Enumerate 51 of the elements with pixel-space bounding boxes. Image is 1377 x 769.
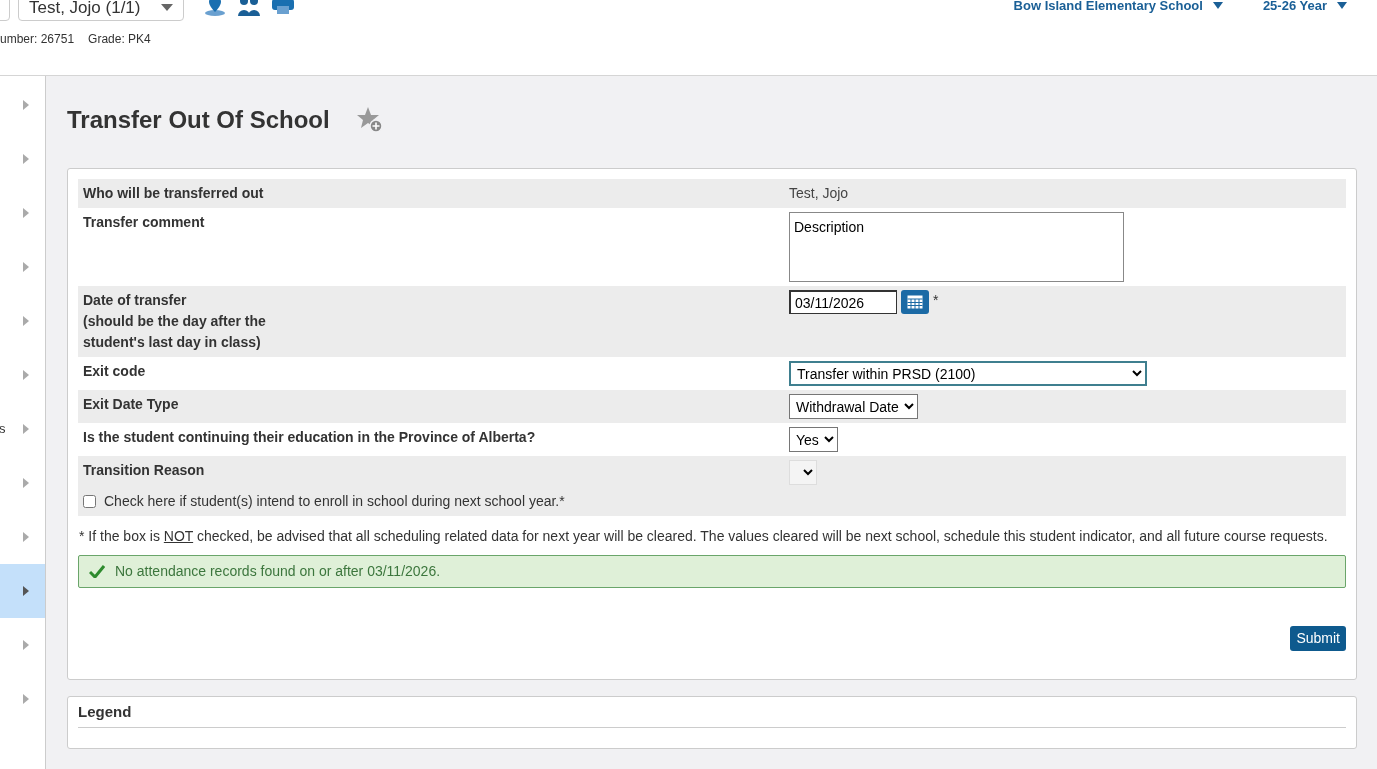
- field-label: Is the student continuing their education in the Province of Alberta?: [83, 428, 537, 447]
- calendar-icon: [907, 295, 923, 309]
- dropdown[interactable]: Transfer within PRSD (2100): [789, 361, 1147, 386]
- checkmark-icon: [89, 565, 105, 578]
- checkbox[interactable]: [83, 495, 96, 508]
- required-mark: *: [933, 291, 939, 310]
- caret-icon: [1337, 2, 1347, 10]
- field-label: Exit Date Type: [83, 395, 180, 414]
- year-selector[interactable]: 25-26 Year: [1262, 0, 1347, 16]
- field-label: Who will be transferred out: [83, 184, 265, 203]
- expand-arrow-icon: [23, 478, 29, 488]
- favorite-add-icon[interactable]: [355, 106, 384, 134]
- student-selector[interactable]: Test, Jojo (1/1): [18, 0, 184, 21]
- grade-text: Grade: PK4: [88, 31, 151, 48]
- checkbox-text: Check here if student(s) intend to enroll in school during next school year.*: [104, 492, 565, 511]
- expand-arrow-icon: [23, 208, 29, 218]
- legend-title: Legend: [78, 701, 1346, 728]
- people-icon[interactable]: [238, 0, 260, 16]
- caret-icon: [161, 3, 173, 12]
- field-label: Exit code: [83, 362, 147, 381]
- expand-arrow-icon: [23, 262, 29, 272]
- expand-arrow-icon: [23, 586, 29, 596]
- page-title: Transfer Out Of School: [67, 105, 330, 135]
- map-pin-icon[interactable]: [204, 0, 226, 16]
- comment-field[interactable]: Description: [789, 212, 1124, 282]
- expand-arrow-icon: [23, 424, 29, 434]
- expand-arrow-icon: [23, 316, 29, 326]
- field-label: Transfer comment: [83, 213, 206, 232]
- note-text: * If the box is NOT checked, be advised that all scheduling related data for next year will be cleared. The values cleared will be next school, schedule this student indicator, and all future course requests.: [78, 527, 1329, 546]
- school-selector[interactable]: Bow Island Elementary School: [1013, 0, 1223, 16]
- date-field[interactable]: 03/11/2026: [789, 290, 897, 314]
- printer-icon[interactable]: [272, 0, 294, 14]
- field-label: Transition Reason: [83, 461, 206, 480]
- student-number: umber: 26751: [0, 31, 75, 48]
- expand-arrow-icon: [23, 532, 29, 542]
- dropdown[interactable]: Withdrawal Date: [789, 394, 918, 419]
- expand-arrow-icon: [23, 100, 29, 110]
- field-label: Date of transfer (should be the day after the student's last day in class): [83, 291, 267, 352]
- sidebar-item[interactable]: s: [0, 402, 45, 456]
- expand-arrow-icon: [23, 154, 29, 164]
- sidebar-label: s: [0, 420, 6, 439]
- calendar-button[interactable]: [901, 290, 929, 314]
- expand-arrow-icon: [23, 694, 29, 704]
- submit-button[interactable]: Submit: [1290, 626, 1346, 651]
- field-value: Test, Jojo: [789, 184, 849, 203]
- sidebar-item[interactable]: [0, 564, 45, 618]
- alert-text: No attendance records found on or after 03/11/2026.: [115, 562, 441, 581]
- dropdown[interactable]: Yes: [789, 427, 838, 452]
- caret-icon: [1212, 2, 1223, 10]
- expand-arrow-icon: [23, 370, 29, 380]
- expand-arrow-icon: [23, 640, 29, 650]
